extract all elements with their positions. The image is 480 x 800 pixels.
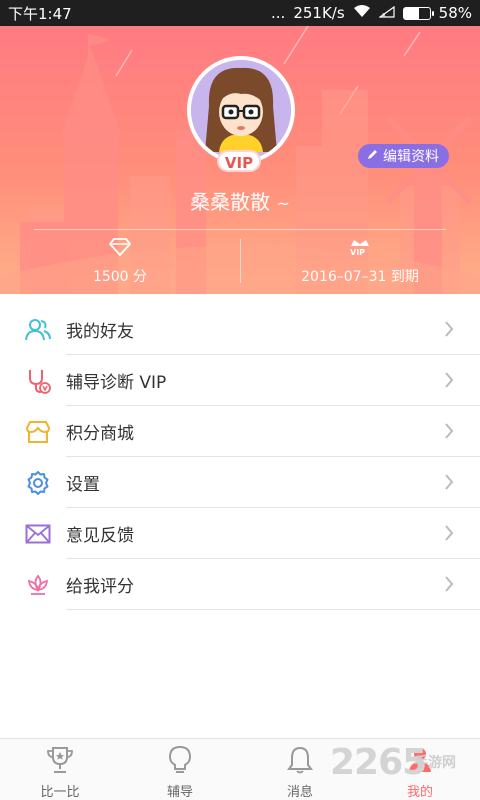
status-time: 下午1:47: [8, 4, 72, 23]
signal-icon: x: [377, 4, 395, 22]
chevron-right-icon: [444, 525, 454, 545]
points-value: 1500 分: [92, 269, 148, 285]
avatar-image: [191, 60, 291, 160]
gear-icon: [24, 469, 52, 497]
battery-percent: 58%: [438, 4, 472, 22]
diagnosis-vip-icon: [24, 367, 52, 395]
tab-label: 我的: [406, 785, 433, 800]
menu-item-friends[interactable]: 我的好友: [0, 304, 480, 355]
battery-fill: [403, 7, 419, 19]
menu-label: 设置: [66, 475, 100, 495]
tab-label: 比一比: [40, 785, 80, 800]
vip-expiry-stat[interactable]: VIP 2016–07–31 到期: [240, 238, 480, 286]
vip-badge: VIP: [217, 150, 261, 172]
menu-label: 辅导诊断 VIP: [66, 373, 167, 393]
profile-header: VIP 编辑资料 桑桑散散 ~ 1500 分 VIP 2016–07–31 到期: [0, 26, 480, 294]
crown-vip-icon: VIP: [240, 238, 480, 260]
avatar[interactable]: [187, 56, 295, 164]
menu-item-rate[interactable]: 给我评分: [0, 559, 480, 610]
friends-icon: [24, 316, 52, 344]
status-indicators: ... 251K/s x 58%: [271, 4, 472, 22]
wifi-icon: [353, 4, 371, 22]
bell-icon: [285, 745, 315, 779]
status-dots: ...: [271, 4, 286, 22]
menu-label: 给我评分: [66, 577, 134, 597]
vip-expiry-value: 2016–07–31 到期: [301, 269, 419, 285]
status-bar: 下午1:47 ... 251K/s x 58%: [0, 0, 480, 26]
chevron-right-icon: [444, 576, 454, 596]
tab-compare[interactable]: 比一比: [0, 739, 120, 800]
battery-icon: [402, 6, 434, 20]
lotus-icon: [24, 571, 52, 599]
edit-profile-label: 编辑资料: [383, 149, 439, 165]
chevron-right-icon: [444, 321, 454, 341]
points-stat[interactable]: 1500 分: [0, 238, 240, 286]
chevron-right-icon: [444, 372, 454, 392]
gender-tilde-icon: ~: [276, 194, 290, 213]
watermark-subtitle: 手游网: [414, 755, 456, 771]
chevron-right-icon: [444, 474, 454, 494]
chevron-right-icon: [444, 423, 454, 443]
pencil-icon: [366, 148, 379, 165]
menu-label: 意见反馈: [66, 526, 134, 546]
tab-label: 辅导: [166, 785, 193, 800]
diamond-icon: [0, 238, 240, 260]
menu-item-points-store[interactable]: 积分商城: [0, 406, 480, 457]
tab-label: 消息: [286, 785, 313, 800]
vip-icon-text: VIP: [350, 248, 365, 256]
trophy-icon: [45, 745, 75, 779]
username-row[interactable]: 桑桑散散 ~: [0, 186, 480, 215]
svg-text:x: x: [382, 11, 386, 18]
menu-label: 积分商城: [66, 424, 134, 444]
tab-tutoring[interactable]: 辅导: [120, 739, 240, 800]
header-divider: [34, 229, 446, 230]
profile-menu: 我的好友 辅导诊断 VIP 积分商城 设置 意见反馈 给我评分: [0, 304, 480, 610]
menu-item-settings[interactable]: 设置: [0, 457, 480, 508]
network-speed: 251K/s: [293, 4, 345, 22]
watermark-logo: 2265: [330, 742, 427, 783]
menu-label: 我的好友: [66, 322, 134, 342]
username: 桑桑散散: [190, 190, 271, 214]
mail-icon: [24, 520, 52, 548]
menu-item-diagnosis-vip[interactable]: 辅导诊断 VIP: [0, 355, 480, 406]
bulb-icon: [165, 745, 195, 779]
menu-item-feedback[interactable]: 意见反馈: [0, 508, 480, 559]
store-icon: [24, 418, 52, 446]
girl-with-glasses-illustration: [191, 60, 291, 160]
edit-profile-button[interactable]: 编辑资料: [358, 144, 449, 168]
